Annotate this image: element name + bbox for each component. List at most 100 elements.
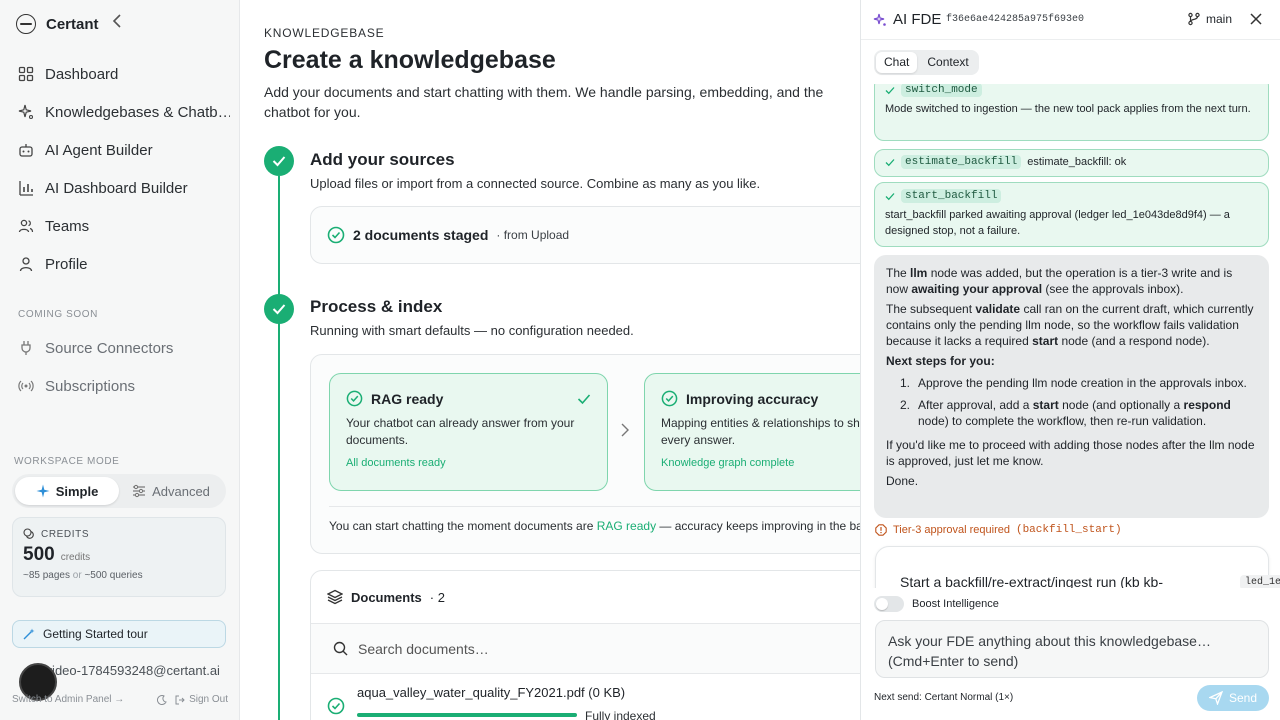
tool-name: switch_mode [901, 84, 982, 97]
credits-card: CREDITS 500 credits ~85 pages or ~500 qu… [12, 517, 226, 597]
sidebar-item-label: AI Dashboard Builder [45, 179, 188, 197]
page-kicker: KNOWLEDGEBASE [264, 26, 385, 40]
chat-scroll-area[interactable]: switch_mode Mode switched to ingestion —… [861, 84, 1280, 588]
check-icon [577, 393, 591, 404]
tool-result-start-backfill: start_backfill start_backfill parked awa… [874, 182, 1269, 247]
sidebar-item-teams[interactable]: Teams [10, 207, 230, 245]
bar-chart-icon [19, 181, 33, 196]
sidebar: Certant Dashboard Knowledgebases & Chatb… [0, 0, 240, 720]
check-circle-icon [327, 226, 345, 244]
credits-unit: credits [60, 552, 91, 563]
message-paragraph: If you'd like me to proceed with adding … [886, 438, 1255, 468]
step-process-title: Process & index [310, 297, 443, 316]
coming-soon-nav: Source Connectors Subscriptions [10, 329, 230, 405]
step-add-sources-title: Add your sources [310, 150, 455, 169]
collapse-sidebar-icon[interactable] [112, 14, 122, 33]
robot-icon [19, 144, 33, 157]
brand[interactable]: Certant [16, 12, 99, 36]
sidebar-item-label: Subscriptions [45, 377, 136, 395]
step-complete-icon [264, 146, 294, 176]
document-status: Fully indexed [585, 709, 656, 720]
sidebar-item-label: Source Connectors [45, 339, 174, 357]
page-title: Create a knowledgebase [264, 46, 556, 74]
sidebar-item-dashboard-builder[interactable]: AI Dashboard Builder [10, 169, 230, 207]
documents-card: Documents · 2 Search documents… aqua_val… [310, 570, 860, 720]
credits-queries: ~500 queries [84, 570, 143, 581]
sparkle-icon [36, 484, 50, 498]
approval-warning: Tier-3 approval required (backfill_start… [875, 524, 1122, 536]
brand-name: Certant [46, 15, 99, 33]
chevron-right-icon [621, 423, 629, 441]
documents-count: · 2 [429, 589, 445, 605]
tab-chat[interactable]: Chat [876, 52, 918, 73]
workspace-mode-label: WORKSPACE MODE [14, 456, 120, 467]
check-icon [885, 86, 895, 94]
staged-documents-card: 2 documents staged · from Upload [310, 206, 860, 264]
tool-output: Mode switched to ingestion — the new too… [885, 103, 1251, 115]
sign-out-icon [175, 695, 185, 704]
sidebar-item-label: Knowledgebases & Chatb… [45, 103, 230, 121]
panel-tabs: Chat Context [874, 50, 979, 75]
message-paragraph: The subsequent validate call ran on the … [886, 302, 1254, 348]
tool-result-switch-mode: switch_mode Mode switched to ingestion —… [874, 84, 1269, 141]
send-icon [1208, 691, 1223, 705]
sparkles-icon [873, 13, 886, 26]
sliders-icon [133, 484, 146, 498]
assistant-message: The llm node was added, but the operatio… [874, 255, 1269, 518]
sidebar-item-agent-builder[interactable]: AI Agent Builder [10, 131, 230, 169]
user-email: e-video-1784593248@certant.ai [34, 663, 220, 678]
sidebar-item-label: Teams [45, 217, 90, 235]
coins-icon [23, 528, 34, 539]
step-complete-icon [264, 294, 294, 324]
tool-output: start_backfill parked awaiting approval … [885, 209, 1230, 237]
document-name: aqua_valley_water_quality_FY2021.pdf (0 … [357, 685, 626, 700]
search-placeholder: Search documents… [358, 640, 489, 657]
session-id: f36e6ae424285a975f693e0 [946, 14, 1085, 25]
tool-name: estimate_backfill [901, 155, 1022, 169]
workspace-mode-toggle: Simple Advanced [12, 474, 226, 508]
message-done: Done. [886, 474, 919, 488]
tab-context[interactable]: Context [919, 52, 976, 73]
sidebar-item-knowledgebases[interactable]: Knowledgebases & Chatb… [10, 93, 230, 131]
document-progress-bar [357, 713, 577, 717]
moon-icon[interactable] [157, 694, 167, 705]
toggle-switch[interactable] [874, 596, 904, 612]
panel-title: AI FDE [893, 11, 942, 28]
branch-selector[interactable]: main [1187, 12, 1232, 26]
tool-name: start_backfill [901, 189, 1002, 203]
document-search-input[interactable]: Search documents… [311, 624, 860, 674]
mode-simple-button[interactable]: Simple [15, 477, 119, 505]
layers-icon [327, 589, 343, 605]
close-icon[interactable] [1250, 9, 1262, 30]
send-button[interactable]: Send [1197, 685, 1269, 711]
chat-input[interactable]: Ask your FDE anything about this knowled… [875, 620, 1269, 678]
sidebar-item-source-connectors[interactable]: Source Connectors [10, 329, 230, 367]
user-icon [19, 257, 33, 272]
sidebar-item-dashboard[interactable]: Dashboard [10, 55, 230, 93]
improving-accuracy-body: Mapping entities & relationships to shar… [661, 416, 860, 447]
rag-ready-link[interactable]: RAG ready [597, 519, 656, 533]
sidebar-item-label: AI Agent Builder [45, 141, 153, 159]
check-circle-icon [327, 697, 345, 715]
timeline-line [278, 176, 280, 720]
search-icon [333, 641, 348, 656]
sidebar-item-subscriptions[interactable]: Subscriptions [10, 367, 230, 405]
next-send-model: Next send: Certant Normal (1×) [874, 692, 1014, 703]
divider [329, 506, 860, 507]
sidebar-item-profile[interactable]: Profile [10, 245, 230, 283]
main-nav: Dashboard Knowledgebases & Chatb… AI Age… [10, 55, 230, 283]
step-process-subtitle: Running with smart defaults — no configu… [310, 323, 634, 338]
credits-amount: 500 [23, 544, 55, 565]
mode-advanced-button[interactable]: Advanced [119, 477, 223, 505]
sparkles-icon [18, 104, 34, 120]
credits-pages: ~85 pages [23, 570, 70, 581]
message-paragraph: The llm node was added, but the operatio… [886, 266, 1233, 296]
boost-intelligence-toggle[interactable]: Boost Intelligence [874, 596, 999, 612]
staged-count: 2 documents staged [353, 227, 489, 243]
dashboard-icon [18, 66, 34, 82]
admin-panel-link[interactable]: Switch to Admin Panel → [12, 694, 124, 705]
sign-out-button[interactable]: Sign Out [175, 694, 228, 705]
getting-started-tour-button[interactable]: Getting Started tour [12, 620, 226, 648]
certant-logo-icon [16, 14, 36, 34]
plug-icon [21, 341, 31, 355]
